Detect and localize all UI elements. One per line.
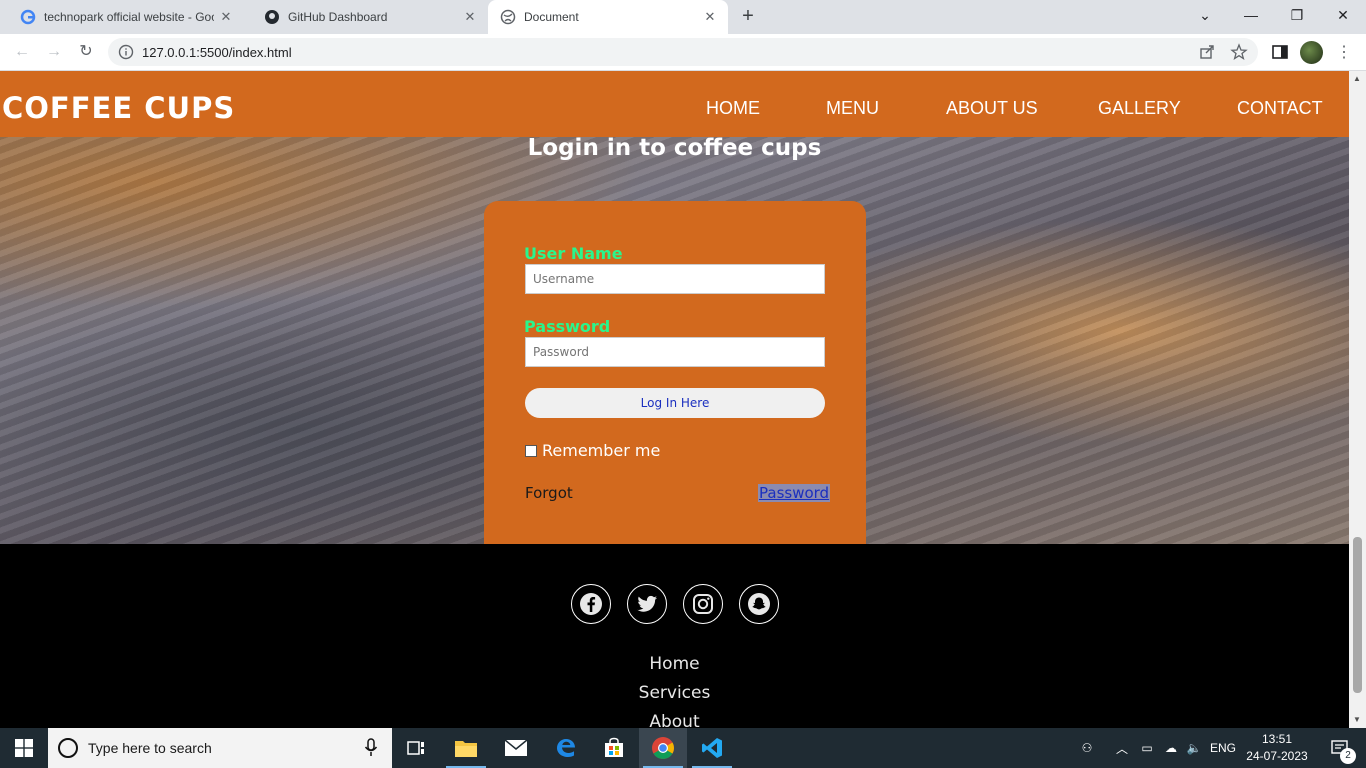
login-button[interactable]: Log In Here bbox=[525, 388, 825, 418]
login-card: User Name Password Log In Here Remember … bbox=[484, 201, 866, 544]
nav-home[interactable]: HOME bbox=[706, 98, 760, 119]
windows-taskbar: Type here to search ⚇ ︿ ▭ ☁ 🔈 ENG 13:51 … bbox=[0, 728, 1366, 768]
username-input[interactable] bbox=[525, 264, 825, 294]
password-input[interactable] bbox=[525, 337, 825, 367]
language-indicator[interactable]: ENG bbox=[1208, 728, 1238, 768]
scroll-down-arrow-icon[interactable]: ▼ bbox=[1353, 715, 1361, 724]
site-navbar: COFFEE CUPS HOME MENU ABOUT US GALLERY C… bbox=[0, 71, 1349, 137]
tab-github[interactable]: GitHub Dashboard ✕ bbox=[244, 0, 488, 34]
menu-kebab-icon[interactable]: ⋮ bbox=[1336, 42, 1352, 62]
page-scrollbar[interactable]: ▲ ▼ bbox=[1349, 71, 1366, 728]
vscode-icon[interactable] bbox=[688, 728, 736, 768]
side-panel-icon[interactable] bbox=[1270, 42, 1290, 62]
tab-title: Document bbox=[524, 10, 579, 24]
hero-background: COFFEE CUPS HOME MENU ABOUT US GALLERY C… bbox=[0, 71, 1349, 544]
snapchat-icon[interactable] bbox=[739, 584, 779, 624]
windows-logo-icon bbox=[15, 739, 33, 757]
close-tab-icon[interactable]: ✕ bbox=[458, 9, 482, 25]
tab-technopark[interactable]: technopark official website - Goo ✕ bbox=[0, 0, 244, 34]
scrollbar-thumb[interactable] bbox=[1353, 537, 1362, 693]
tab-title: technopark official website - Goo bbox=[44, 10, 214, 24]
clock[interactable]: 13:51 24-07-2023 bbox=[1244, 731, 1310, 765]
mail-icon[interactable] bbox=[492, 728, 540, 768]
close-tab-icon[interactable]: ✕ bbox=[698, 9, 722, 25]
chrome-icon[interactable] bbox=[639, 728, 687, 768]
notification-center[interactable]: 2 bbox=[1320, 728, 1360, 768]
remember-label: Remember me bbox=[542, 441, 661, 460]
tab-title: GitHub Dashboard bbox=[288, 10, 388, 24]
remember-checkbox[interactable] bbox=[525, 444, 537, 457]
notification-badge: 2 bbox=[1340, 748, 1356, 764]
site-info-icon[interactable] bbox=[118, 44, 134, 60]
profile-avatar[interactable] bbox=[1300, 41, 1323, 64]
microphone-icon[interactable] bbox=[364, 738, 378, 758]
show-hidden-icons-chevron-icon[interactable]: ︿ bbox=[1112, 728, 1132, 768]
globe-icon bbox=[500, 9, 516, 25]
footer-link-services[interactable]: Services bbox=[0, 683, 1349, 703]
restore-button[interactable]: ❐ bbox=[1274, 0, 1320, 30]
footer-link-about[interactable]: About bbox=[0, 712, 1349, 728]
store-icon[interactable] bbox=[590, 728, 638, 768]
clock-date: 24-07-2023 bbox=[1246, 749, 1308, 763]
new-tab-button[interactable]: + bbox=[736, 5, 760, 29]
share-icon[interactable] bbox=[1198, 43, 1216, 61]
search-icon bbox=[58, 738, 78, 758]
nav-contact[interactable]: CONTACT bbox=[1237, 98, 1323, 119]
bookmark-star-icon[interactable] bbox=[1230, 43, 1248, 61]
network-icon[interactable]: ☁ bbox=[1160, 728, 1182, 768]
page-viewport: COFFEE CUPS HOME MENU ABOUT US GALLERY C… bbox=[0, 71, 1349, 728]
taskbar-search[interactable]: Type here to search bbox=[48, 728, 392, 768]
address-bar[interactable]: 127.0.0.1:5500/index.html bbox=[108, 38, 1258, 66]
remember-me[interactable]: Remember me bbox=[525, 441, 660, 460]
login-title: Login in to coffee cups bbox=[527, 135, 822, 161]
reload-button[interactable]: ↻ bbox=[74, 40, 98, 64]
battery-icon[interactable]: ▭ bbox=[1136, 728, 1158, 768]
password-label: Password bbox=[524, 317, 611, 336]
brand-logo[interactable]: COFFEE CUPS bbox=[2, 91, 235, 125]
start-button[interactable] bbox=[0, 728, 48, 768]
close-tab-icon[interactable]: ✕ bbox=[214, 9, 238, 25]
toolbar: ← → ↻ 127.0.0.1:5500/index.html ⋮ bbox=[0, 34, 1366, 71]
instagram-icon[interactable] bbox=[683, 584, 723, 624]
edge-icon[interactable] bbox=[542, 728, 590, 768]
github-icon bbox=[265, 10, 279, 24]
volume-icon[interactable]: 🔈 bbox=[1184, 728, 1204, 768]
clock-time: 13:51 bbox=[1261, 732, 1293, 746]
tab-strip: technopark official website - Goo ✕ GitH… bbox=[0, 0, 1366, 34]
close-window-button[interactable]: ✕ bbox=[1320, 0, 1366, 30]
username-label: User Name bbox=[524, 244, 623, 263]
file-explorer-icon[interactable] bbox=[442, 728, 490, 768]
task-view-icon[interactable] bbox=[392, 728, 440, 768]
people-icon[interactable]: ⚇ bbox=[1076, 728, 1098, 768]
footer-link-home[interactable]: Home bbox=[0, 654, 1349, 674]
tab-document[interactable]: Document ✕ bbox=[488, 0, 728, 34]
twitter-icon[interactable] bbox=[627, 584, 667, 624]
site-footer: Home Services About bbox=[0, 544, 1349, 728]
scroll-up-arrow-icon[interactable]: ▲ bbox=[1353, 74, 1361, 83]
nav-menu[interactable]: MENU bbox=[826, 98, 879, 119]
url-text: 127.0.0.1:5500/index.html bbox=[142, 45, 292, 60]
forgot-password-link[interactable]: Password bbox=[758, 484, 831, 502]
back-button[interactable]: ← bbox=[10, 40, 34, 64]
forgot-text: Forgot bbox=[525, 484, 573, 502]
nav-gallery[interactable]: GALLERY bbox=[1098, 98, 1181, 119]
nav-about-us[interactable]: ABOUT US bbox=[946, 98, 1038, 119]
tab-search-chevron-icon[interactable]: ⌄ bbox=[1182, 0, 1228, 30]
forward-button[interactable]: → bbox=[42, 40, 66, 64]
facebook-icon[interactable] bbox=[571, 584, 611, 624]
minimize-button[interactable]: — bbox=[1228, 0, 1274, 30]
google-icon bbox=[20, 9, 36, 25]
search-placeholder: Type here to search bbox=[88, 740, 212, 756]
